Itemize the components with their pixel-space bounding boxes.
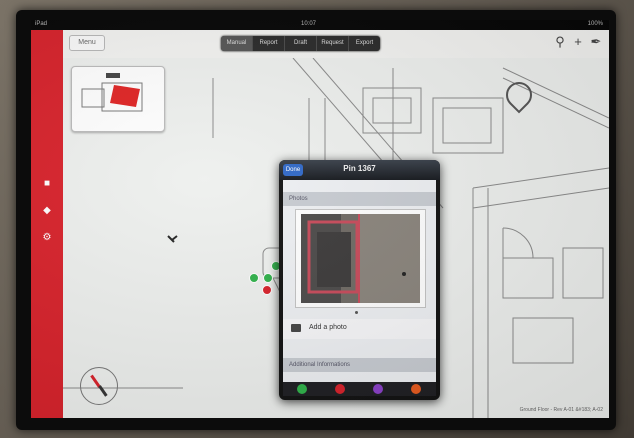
photos-section-header: Photos: [283, 192, 436, 206]
status-battery: 100%: [587, 21, 603, 27]
pin-detail-popover: Done Pin 1367 Photos Add a photo Additio…: [279, 160, 440, 400]
popover-body: Photos Add a photo Additional Informatio…: [283, 180, 436, 382]
status-purple-button[interactable]: [373, 384, 383, 394]
sidebar: ■ ◆ ⚙: [31, 30, 63, 418]
segment-export[interactable]: Export: [349, 36, 380, 51]
status-color-bar: [283, 382, 436, 396]
settings-icon[interactable]: ⚙: [40, 232, 54, 244]
additional-info-header: Additional Informations: [283, 358, 436, 372]
status-green-button[interactable]: [297, 384, 307, 394]
add-photo-row[interactable]: Add a photo: [283, 319, 436, 339]
popover-title: Pin 1367: [343, 164, 376, 173]
popover-header: Done Pin 1367: [279, 160, 440, 180]
map-pin[interactable]: [263, 273, 273, 283]
photo-thumbnail-frame[interactable]: [295, 209, 426, 308]
camera-icon: [291, 324, 301, 332]
page-indicator: [355, 311, 358, 314]
site-photo: [301, 214, 420, 303]
status-red-button[interactable]: [335, 384, 345, 394]
photo-content: [301, 214, 420, 303]
plus-icon[interactable]: +: [571, 34, 585, 50]
add-photo-label: Add a photo: [309, 324, 347, 331]
map-pin[interactable]: [249, 273, 259, 283]
compass-icon: [80, 367, 118, 405]
plan-footnote: Ground Floor - Rev A-01 &#183; A-02: [519, 407, 603, 413]
compass-needle-south: [98, 385, 108, 397]
status-orange-button[interactable]: [411, 384, 421, 394]
toolbar-actions: ⚲ + ✒: [553, 34, 603, 50]
search-icon[interactable]: ⚲: [553, 34, 567, 50]
segment-request[interactable]: Request: [317, 36, 349, 51]
status-device: iPad: [35, 21, 48, 27]
map-pin[interactable]: [262, 285, 272, 295]
list-icon[interactable]: ■: [40, 178, 54, 190]
segment-draft[interactable]: Draft: [285, 36, 317, 51]
segment-manual[interactable]: Manual: [221, 36, 253, 51]
minimap-drawing: [81, 73, 143, 112]
segment-report[interactable]: Report: [253, 36, 285, 51]
minimap[interactable]: [71, 66, 165, 132]
status-bar: iPad 10:07 100%: [31, 20, 609, 30]
menu-button[interactable]: Menu: [69, 35, 105, 51]
ipad-screen: iPad 10:07 100% Menu Manual Report Draft…: [31, 20, 609, 418]
edit-icon[interactable]: ✒: [589, 34, 603, 50]
status-time: 10:07: [301, 21, 317, 27]
view-segmented-control: Manual Report Draft Request Export: [221, 36, 380, 51]
bookmark-icon[interactable]: ◆: [40, 205, 54, 217]
